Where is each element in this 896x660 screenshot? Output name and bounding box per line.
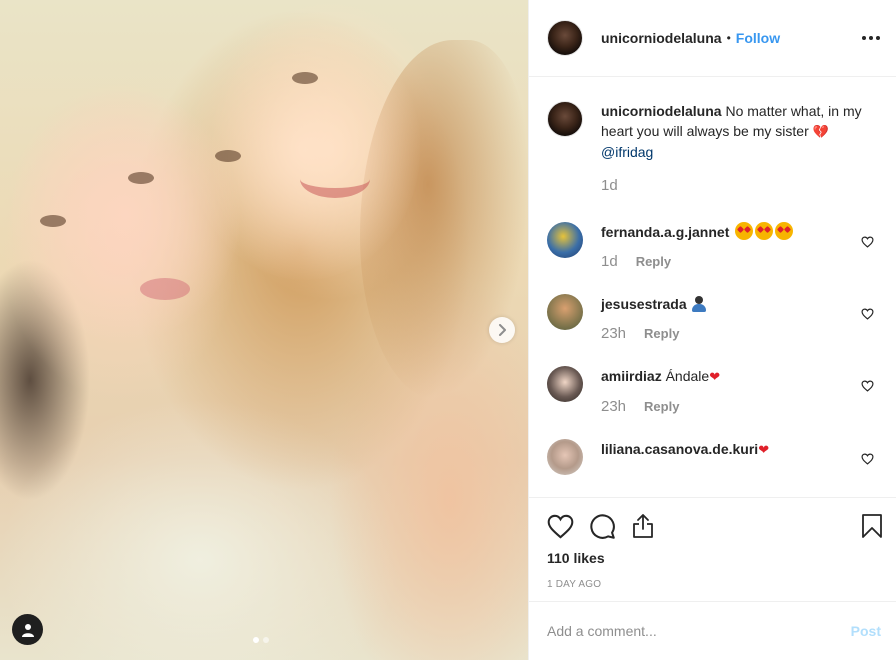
caption-timestamp[interactable]: 1d [601, 177, 618, 194]
heart-eyes-emoji [733, 222, 794, 240]
post-header: unicorniodelaluna • Follow [529, 0, 896, 77]
add-comment-bar: Post [529, 601, 896, 660]
carousel-dot-active [253, 637, 259, 643]
carousel-dot [263, 637, 269, 643]
share-icon[interactable] [631, 513, 655, 539]
commenter-avatar[interactable] [547, 222, 583, 258]
list-item: jesusestrada 23h Reply [547, 294, 880, 344]
comment-username[interactable]: fernanda.a.g.jannet [601, 224, 729, 240]
comment-like-heart-icon[interactable] [861, 308, 874, 320]
photo-region-face-left [10, 90, 240, 340]
likes-count[interactable]: 110 likes [547, 550, 881, 566]
comment-text: Ándale [665, 368, 710, 384]
comment-like-heart-icon[interactable] [861, 453, 874, 465]
reply-button[interactable]: Reply [644, 324, 679, 344]
comments-list[interactable]: unicorniodelaluna No matter what, in my … [529, 77, 896, 497]
commenter-avatar[interactable] [547, 439, 583, 475]
comment-input[interactable] [547, 623, 843, 639]
follow-button[interactable]: Follow [736, 30, 780, 46]
caption: unicorniodelaluna No matter what, in my … [547, 101, 880, 196]
person-emoji [691, 296, 707, 312]
photo-detail [300, 160, 370, 198]
photo-detail [215, 150, 241, 162]
list-item: liliana.casanova.de.kuri❤ [547, 439, 880, 475]
post-timestamp[interactable]: 1 DAY AGO [547, 579, 881, 590]
reply-button[interactable]: Reply [636, 252, 671, 272]
comment-like-heart-icon[interactable] [861, 380, 874, 392]
comment-username[interactable]: amiirdiaz [601, 368, 662, 384]
comment-username[interactable]: jesusestrada [601, 296, 687, 312]
comment-timestamp[interactable]: 23h [601, 324, 626, 344]
carousel-indicator [253, 637, 269, 643]
action-bar: 110 likes 1 DAY AGO [529, 497, 896, 590]
photo-detail [128, 172, 154, 184]
photo-detail [140, 278, 190, 300]
comment-timestamp[interactable]: 1d [601, 252, 618, 272]
heart-icon[interactable] [547, 514, 574, 539]
comment-like-heart-icon[interactable] [861, 236, 874, 248]
bookmark-icon[interactable] [861, 513, 883, 539]
owner-username[interactable]: unicorniodelaluna [601, 30, 722, 46]
next-arrow-icon [499, 324, 506, 336]
comment-icon[interactable] [589, 513, 616, 540]
broken-heart-emoji: 💔 [812, 124, 829, 139]
photo-detail [40, 215, 66, 227]
owner-avatar[interactable] [547, 20, 583, 56]
caption-mention-link[interactable]: @ifridag [601, 144, 653, 160]
list-item: amiirdiaz Ándale❤ 23h Reply [547, 366, 880, 417]
separator-dot: • [726, 31, 731, 45]
commenter-avatar[interactable] [547, 294, 583, 330]
more-options-icon[interactable] [862, 36, 880, 40]
red-heart-emoji: ❤ [758, 442, 770, 457]
comment-timestamp[interactable]: 23h [601, 397, 626, 417]
post-comment-button[interactable]: Post [851, 623, 881, 639]
reply-button[interactable]: Reply [644, 397, 679, 417]
tag-person-icon [21, 623, 34, 637]
comment-username[interactable]: liliana.casanova.de.kuri [601, 441, 758, 457]
caption-avatar[interactable] [547, 101, 583, 137]
next-photo-button[interactable] [489, 317, 515, 343]
list-item: fernanda.a.g.jannet 1d Reply [547, 222, 880, 272]
red-heart-emoji: ❤ [709, 369, 721, 384]
tagged-people-button[interactable] [12, 614, 43, 645]
post-photo[interactable] [0, 0, 528, 660]
photo-detail [292, 72, 318, 84]
caption-username[interactable]: unicorniodelaluna [601, 103, 722, 119]
post-sidebar: unicorniodelaluna • Follow unicorniodela… [528, 0, 896, 660]
commenter-avatar[interactable] [547, 366, 583, 402]
